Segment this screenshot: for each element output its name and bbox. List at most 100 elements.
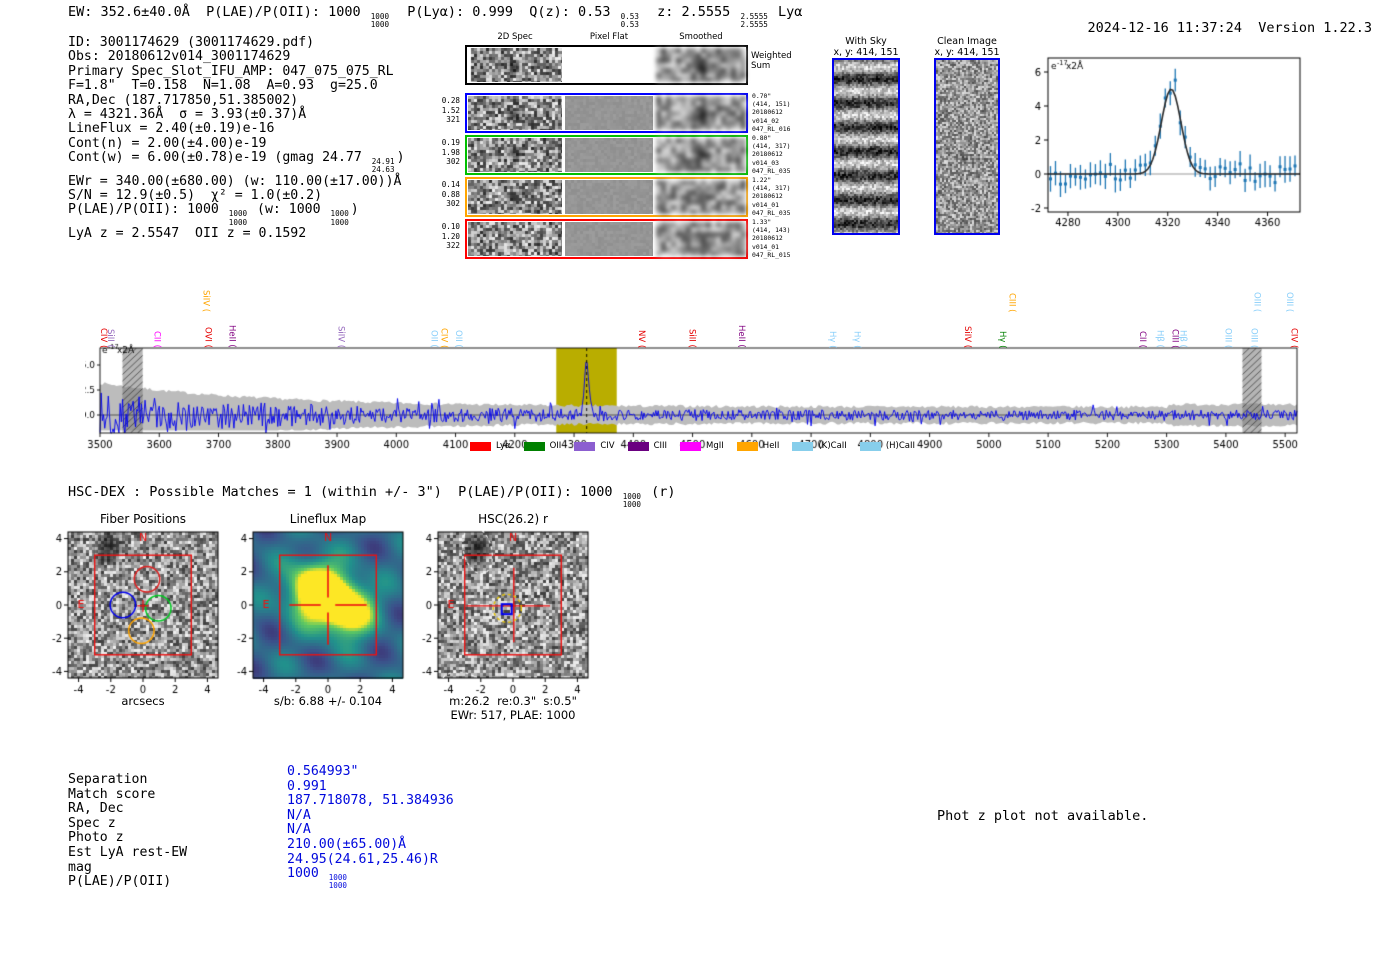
emission-line-marker: OIII ( bbox=[1284, 291, 1295, 312]
match-table-value: 24.95(24.61,25.46)R bbox=[287, 851, 438, 867]
photz-notice: Phot z plot not available. bbox=[937, 808, 1149, 824]
match-table-label: Photo z bbox=[68, 830, 124, 846]
hsc-caption-2: EWr: 517, PLAE: 1000 bbox=[450, 708, 576, 722]
emission-line-marker: HeII ( bbox=[226, 325, 237, 348]
emission-line-marker: SiII ( bbox=[105, 329, 116, 348]
strip-2dspec bbox=[468, 48, 562, 82]
strip-smoothed bbox=[656, 180, 746, 214]
strip-right-annotation: 1.22" (414, 317) 20180612 v014_01 047_RL… bbox=[752, 176, 791, 217]
legend-item: HeII bbox=[736, 441, 779, 451]
emission-line-marker: CIV ( bbox=[1288, 327, 1299, 348]
elixer-report-page: EW: 352.6±40.0Å P(LAE)/P(OII): 1000 1000… bbox=[0, 0, 1400, 953]
strip-left-values: 0.10 1.20 322 bbox=[441, 222, 460, 251]
strip-smoothed bbox=[656, 48, 746, 82]
legend-item: Lyα bbox=[470, 441, 511, 451]
emission-line-marker: OIII ( bbox=[1248, 327, 1259, 348]
emission-line-marker: CII ( bbox=[1136, 331, 1147, 348]
legend-swatch bbox=[680, 441, 702, 451]
emission-line-marker: OII ( bbox=[428, 330, 439, 348]
match-table-value: 187.718078, 51.384936 bbox=[287, 793, 454, 809]
legend-item: MgII bbox=[680, 441, 724, 451]
hsc-caption-1: m:26.2 re:0.3" s:0.5" bbox=[449, 694, 577, 708]
strip-pixelflat bbox=[565, 48, 653, 82]
linefit-plot bbox=[1022, 46, 1312, 238]
legend-swatch bbox=[792, 441, 814, 451]
stacked-fraction: 1000 1000 bbox=[328, 873, 347, 891]
legend-swatch bbox=[523, 441, 545, 451]
emission-line-marker: HeII ( bbox=[735, 325, 746, 348]
emission-line-marker: Hγ ( bbox=[826, 330, 837, 348]
strip-right-annotation: 0.70" (414, 151) 20180612 v014_02 047_RL… bbox=[752, 92, 791, 133]
strip-left-values: 0.28 1.52 321 bbox=[441, 96, 460, 125]
strip-left-values: 0.14 0.88 302 bbox=[441, 180, 460, 209]
match-table-label: P(LAE)/P(OII) bbox=[68, 874, 172, 890]
legend-item: (H)CaII bbox=[859, 441, 915, 451]
strip-smoothed bbox=[656, 138, 746, 172]
fiber-xlabel: arcsecs bbox=[121, 694, 165, 708]
match-table-label: RA, Dec bbox=[68, 801, 124, 817]
match-table-label: Separation bbox=[68, 772, 148, 787]
strip-pixelflat bbox=[565, 180, 653, 214]
hsc-dex-summary: HSC-DEX : Possible Matches = 1 (within +… bbox=[68, 484, 676, 510]
strip-smoothed bbox=[656, 222, 746, 256]
hsc-cutout-title: HSC(26.2) r bbox=[478, 512, 548, 526]
emission-line-marker: SiIV ( bbox=[200, 289, 211, 312]
spectrum-legend: Lyα OII CIV CIII MgII HeII (K)CaII (H)CaII bbox=[470, 441, 915, 451]
cleanimage-image bbox=[936, 60, 998, 233]
legend-swatch bbox=[470, 441, 491, 451]
emission-line-marker: CIV ( bbox=[438, 327, 449, 348]
strip-2dspec bbox=[468, 180, 562, 214]
strip-left-values: 0.19 1.98 302 bbox=[441, 138, 460, 167]
legend-swatch bbox=[859, 441, 881, 451]
match-table-label: Match score bbox=[68, 786, 156, 802]
match-table-label: Spec z bbox=[68, 815, 116, 831]
emission-line-marker: OII ( bbox=[452, 330, 463, 348]
lineflux-caption: s/b: 6.88 +/- 0.104 bbox=[273, 694, 383, 708]
match-table-values: 0.564993" 0.991 187.718078, 51.384936 N/A N/… bbox=[287, 764, 454, 891]
emission-line-marker: Hβ ( bbox=[1154, 330, 1165, 348]
strip-smoothed bbox=[656, 96, 746, 130]
match-table-value: 1000 1000 1000 bbox=[287, 866, 347, 891]
emission-line-marker: OVI ( bbox=[202, 327, 213, 348]
lineflux-map-cutout bbox=[208, 522, 408, 722]
strip-pixelflat bbox=[565, 96, 653, 130]
match-table-label: Est LyA rest-EW bbox=[68, 844, 188, 860]
strip-right-annotation: 1.33" (414, 143) 20180612 v014_01 047_RL… bbox=[752, 218, 791, 259]
emission-line-marker: CIII ( bbox=[1006, 292, 1017, 312]
hsc-r-cutout bbox=[393, 522, 593, 722]
emission-line-marker: OIII ( bbox=[1222, 327, 1233, 348]
strip-2dspec bbox=[468, 222, 562, 256]
legend-swatch bbox=[574, 441, 596, 451]
match-table-value: N/A bbox=[287, 807, 311, 823]
emission-line-marker: Hβ ( bbox=[1177, 330, 1188, 348]
strip-pixelflat bbox=[565, 222, 653, 256]
emission-line-marker: OIII ( bbox=[1251, 291, 1262, 312]
legend-swatch bbox=[736, 441, 758, 451]
emission-line-marker: Hγ ( bbox=[996, 330, 1007, 348]
fiber-positions-title: Fiber Positions bbox=[99, 512, 187, 526]
stacked-fraction: 1000 1000 bbox=[622, 492, 641, 510]
emission-line-marker: SiIV ( bbox=[962, 325, 973, 348]
emission-line-marker: CII ( bbox=[151, 331, 162, 348]
emission-line-marker: SiII ( bbox=[686, 329, 697, 348]
strip-pixelflat bbox=[565, 138, 653, 172]
fiber-positions-cutout bbox=[23, 522, 223, 722]
emission-line-marker: Hγ ( bbox=[851, 330, 862, 348]
strip-right-annotation: 0.80" (414, 317) 20180612 v014_03 047_RL… bbox=[752, 134, 791, 175]
strip-2dspec bbox=[468, 96, 562, 130]
emission-line-marker: SiIV ( bbox=[335, 325, 346, 348]
legend-item: OII bbox=[523, 441, 561, 451]
legend-item: (K)CaII bbox=[792, 441, 847, 451]
emission-line-marker: NV ( bbox=[636, 329, 647, 348]
match-table-label: mag bbox=[68, 859, 92, 875]
legend-swatch bbox=[627, 441, 649, 451]
line-marker-band: CIV ( SiII ( CII ( SiIV ( OVI ( HeII ( SiIV ( O… bbox=[0, 270, 1400, 348]
match-table-value: N/A bbox=[287, 822, 311, 838]
withsky-image bbox=[834, 60, 898, 233]
match-table-labels: Separation Match score RA, Dec Spec z Photo … bbox=[68, 772, 188, 890]
match-table-value: 0.564993" bbox=[287, 764, 359, 779]
lineflux-map-title: Lineflux Map bbox=[289, 512, 367, 526]
match-table-value: 0.991 bbox=[287, 778, 327, 794]
legend-item: CIII bbox=[627, 441, 667, 451]
legend-item: CIV bbox=[574, 441, 615, 451]
